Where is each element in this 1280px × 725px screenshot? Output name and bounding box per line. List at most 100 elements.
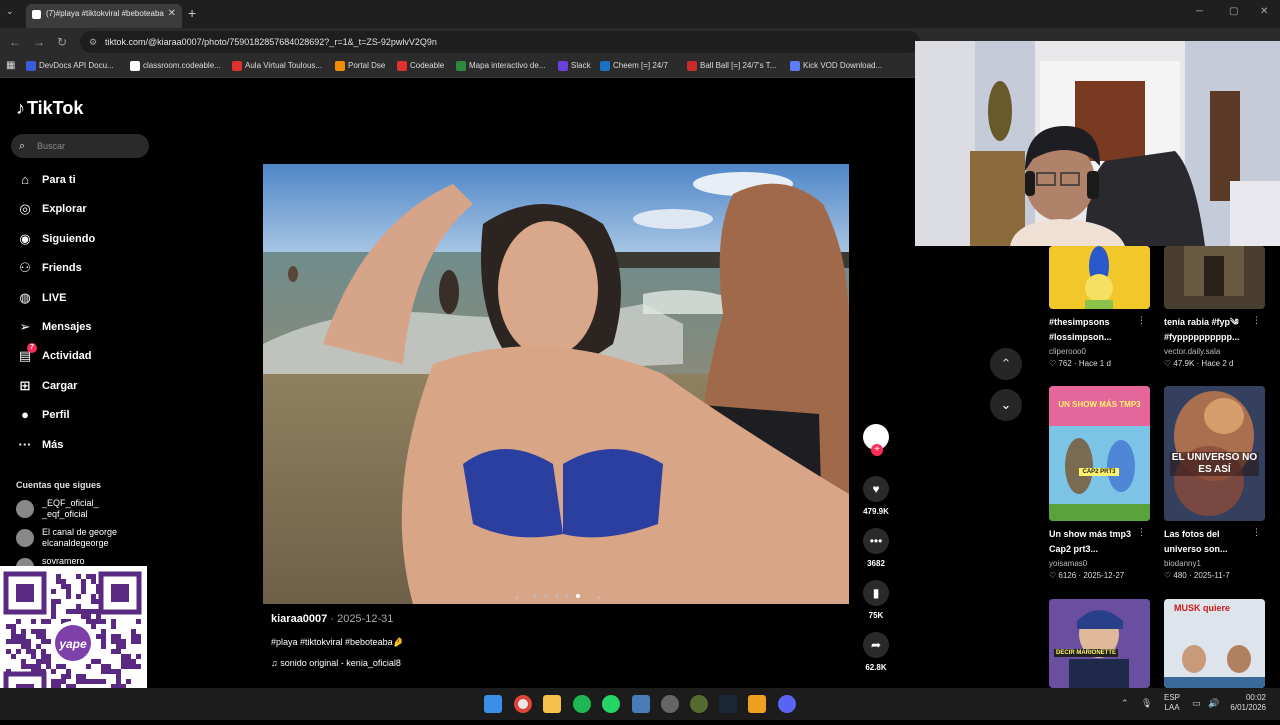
browser-tab[interactable]: (7)#playa #tiktokviral #beboteaba ✕ bbox=[26, 4, 182, 28]
heart-icon: ♥ bbox=[863, 476, 889, 502]
start-icon[interactable] bbox=[484, 695, 502, 713]
svg-text:‹: ‹ bbox=[515, 593, 519, 603]
back-icon[interactable]: ← bbox=[9, 35, 21, 49]
compass-icon: ◎ bbox=[19, 201, 31, 217]
video-card[interactable]: DECIR MARIONETTE bbox=[1049, 599, 1150, 688]
language-indicator[interactable]: ESP LAA bbox=[1164, 693, 1180, 713]
site-info-icon[interactable]: ⚙ bbox=[89, 31, 97, 53]
bookmark-item[interactable]: Aula Virtual Toulous... bbox=[232, 61, 322, 71]
url-text: tiktok.com/@kiaraa0007/photo/75901828576… bbox=[105, 37, 437, 47]
following-account[interactable]: El canal de george elcanaldegeorge bbox=[16, 527, 117, 549]
bookmark-item[interactable]: classroom.codeable... bbox=[130, 61, 221, 71]
sidebar-item-label: Explorar bbox=[42, 203, 87, 216]
sidebar-item-siguiendo[interactable]: ◉ Siguiendo bbox=[16, 228, 95, 250]
photos-icon[interactable] bbox=[632, 695, 650, 713]
steam-icon[interactable] bbox=[719, 695, 737, 713]
bookmark-item[interactable]: Ball Ball [=] 24/7's T... bbox=[687, 61, 776, 71]
new-tab-icon[interactable]: + bbox=[188, 5, 196, 21]
tab-search-icon[interactable]: ⌄ bbox=[6, 6, 14, 17]
minimize-icon[interactable]: ─ bbox=[1196, 6, 1203, 17]
video-card[interactable]: EL UNIVERSO NO ES ASÍ ⋮ Las fotos del un… bbox=[1164, 386, 1265, 580]
author-name[interactable]: kiaraa0007 bbox=[271, 613, 327, 625]
sidebar-item-cargar[interactable]: ⊞ Cargar bbox=[16, 375, 78, 397]
card-user: biodanny1 bbox=[1164, 559, 1201, 568]
bookmark-item[interactable]: Codeable bbox=[397, 61, 444, 71]
search-input[interactable]: ⌕ Buscar bbox=[11, 134, 149, 158]
account-name: El canal de george bbox=[42, 527, 118, 537]
search-icon: ⌕ bbox=[19, 140, 26, 152]
card-more-icon[interactable]: ⋮ bbox=[1252, 527, 1261, 538]
card-title: tenía rabia #fyp༄ #fypppppppppp... bbox=[1164, 317, 1240, 342]
sidebar-item-para-ti[interactable]: ⌂ Para ti bbox=[16, 169, 76, 191]
microphone-icon[interactable]: 🎙 bbox=[1141, 698, 1152, 709]
post-sound[interactable]: ♫ sonido original - kenia_oficial8 bbox=[271, 658, 401, 668]
maximize-icon[interactable]: ▢ bbox=[1229, 6, 1238, 17]
close-window-icon[interactable]: ✕ bbox=[1260, 6, 1268, 17]
share-button[interactable]: ➦ 62.8K bbox=[861, 632, 891, 672]
post-author-line[interactable]: kiaraa0007 · 2025-12-31 bbox=[271, 613, 393, 625]
video-card[interactable]: UN SHOW MÁS TMP3 CAP2 PRT3 ⋮ Un show más… bbox=[1049, 386, 1150, 580]
card-more-icon[interactable]: ⋮ bbox=[1137, 527, 1146, 538]
obs-icon[interactable] bbox=[661, 695, 679, 713]
sidebar-item-actividad[interactable]: ▤ 7 Actividad bbox=[16, 343, 92, 367]
system-clock[interactable]: 00:02 6/01/2026 bbox=[1230, 693, 1266, 713]
video-card[interactable]: MUSK quiere bbox=[1164, 599, 1265, 688]
sidebar-item-mensajes[interactable]: ➢ Mensajes bbox=[16, 316, 92, 338]
display-icon[interactable]: ▭ bbox=[1192, 698, 1201, 709]
tiktok-logo[interactable]: ♪ TikTok bbox=[16, 98, 83, 119]
follow-plus-icon[interactable]: + bbox=[871, 444, 883, 456]
bookmark-item[interactable]: Mapa interactivo de... bbox=[456, 61, 545, 71]
author-avatar[interactable]: + bbox=[861, 424, 891, 456]
bookmark-item[interactable]: DevDocs API Docu... bbox=[26, 61, 114, 71]
volume-icon[interactable]: 🔊 bbox=[1208, 698, 1219, 709]
bookmark-item[interactable]: Kick VOD Download... bbox=[790, 61, 882, 71]
previous-post-button[interactable]: ⌃ bbox=[990, 348, 1022, 380]
bookmark-item[interactable]: Portal Dse bbox=[335, 61, 385, 71]
sidebar-item-explorar[interactable]: ◎ Explorar bbox=[16, 198, 87, 220]
apps-grid-icon[interactable]: ▦ bbox=[6, 60, 15, 71]
streamer-thumbnail-image bbox=[1049, 599, 1150, 688]
card-meta: ♡ 762 · Hace 1 d bbox=[1049, 359, 1111, 368]
forward-icon[interactable]: → bbox=[33, 35, 45, 49]
card-meta: ♡ 47.9K · Hace 2 d bbox=[1164, 359, 1234, 368]
thumbnail-caption: MUSK quiere bbox=[1174, 603, 1231, 613]
video-card[interactable]: ⋮ #thesimpsons #lossimpson... cliperooo0… bbox=[1049, 246, 1150, 368]
card-user: vector.daily.sala bbox=[1164, 347, 1221, 356]
sidebar-item-perfil[interactable]: ● Perfil bbox=[16, 404, 69, 426]
sound-name: sonido original - kenia_oficial8 bbox=[280, 658, 401, 668]
sidebar-item-label: Mensajes bbox=[42, 321, 92, 333]
video-card[interactable]: ⋮ tenía rabia #fyp༄ #fypppppppppp... vec… bbox=[1164, 246, 1265, 368]
spotify-icon[interactable] bbox=[573, 695, 591, 713]
beach-photo-image: ‹ › bbox=[263, 164, 849, 604]
upload-icon: ⊞ bbox=[19, 377, 31, 393]
next-post-button[interactable]: ⌄ bbox=[990, 389, 1022, 421]
bookmark-item[interactable]: Cheem [=] 24/7 bbox=[600, 61, 668, 71]
sidebar-item-friends[interactable]: ⚇ Friends bbox=[16, 257, 82, 279]
like-button[interactable]: ♥ 479.9K bbox=[861, 476, 891, 516]
sidebar-item-m-s[interactable]: ··· Más bbox=[16, 434, 64, 456]
app-icon[interactable] bbox=[748, 695, 766, 713]
reload-icon[interactable]: ↻ bbox=[57, 35, 67, 49]
discord-icon[interactable] bbox=[778, 695, 796, 713]
post-photo[interactable]: ‹ › bbox=[263, 164, 849, 604]
sidebar-item-live[interactable]: ◍ LIVE bbox=[16, 287, 66, 309]
bookmark-item[interactable]: Slack bbox=[558, 61, 591, 71]
following-heading: Cuentas que sigues bbox=[16, 480, 102, 490]
close-tab-icon[interactable]: ✕ bbox=[168, 4, 176, 24]
game-app-icon[interactable] bbox=[690, 695, 708, 713]
file-explorer-icon[interactable] bbox=[543, 695, 561, 713]
save-button[interactable]: ▮ 75K bbox=[861, 580, 891, 620]
card-more-icon[interactable]: ⋮ bbox=[1137, 315, 1146, 326]
card-more-icon[interactable]: ⋮ bbox=[1252, 315, 1261, 326]
svg-text:yape: yape bbox=[58, 637, 87, 651]
chrome-icon[interactable] bbox=[514, 695, 532, 713]
url-field[interactable]: ⚙ tiktok.com/@kiaraa0007/photo/759018285… bbox=[80, 31, 920, 53]
whatsapp-icon[interactable] bbox=[602, 695, 620, 713]
windows-taskbar: ⌃ 🎙 ESP LAA ▭ 🔊 00:02 6/01/2026 bbox=[0, 688, 1280, 720]
following-account[interactable]: _EQF_oficial_ _eqf_oficial bbox=[16, 498, 99, 520]
tray-chevron-icon[interactable]: ⌃ bbox=[1121, 698, 1129, 709]
post-caption[interactable]: #playa #tiktokviral #beboteaba🤌 bbox=[271, 637, 404, 648]
card-heart-icon: ♡ bbox=[1164, 571, 1174, 580]
bookmark-favicon-icon bbox=[397, 61, 407, 71]
comment-button[interactable]: ••• 3682 bbox=[861, 528, 891, 568]
